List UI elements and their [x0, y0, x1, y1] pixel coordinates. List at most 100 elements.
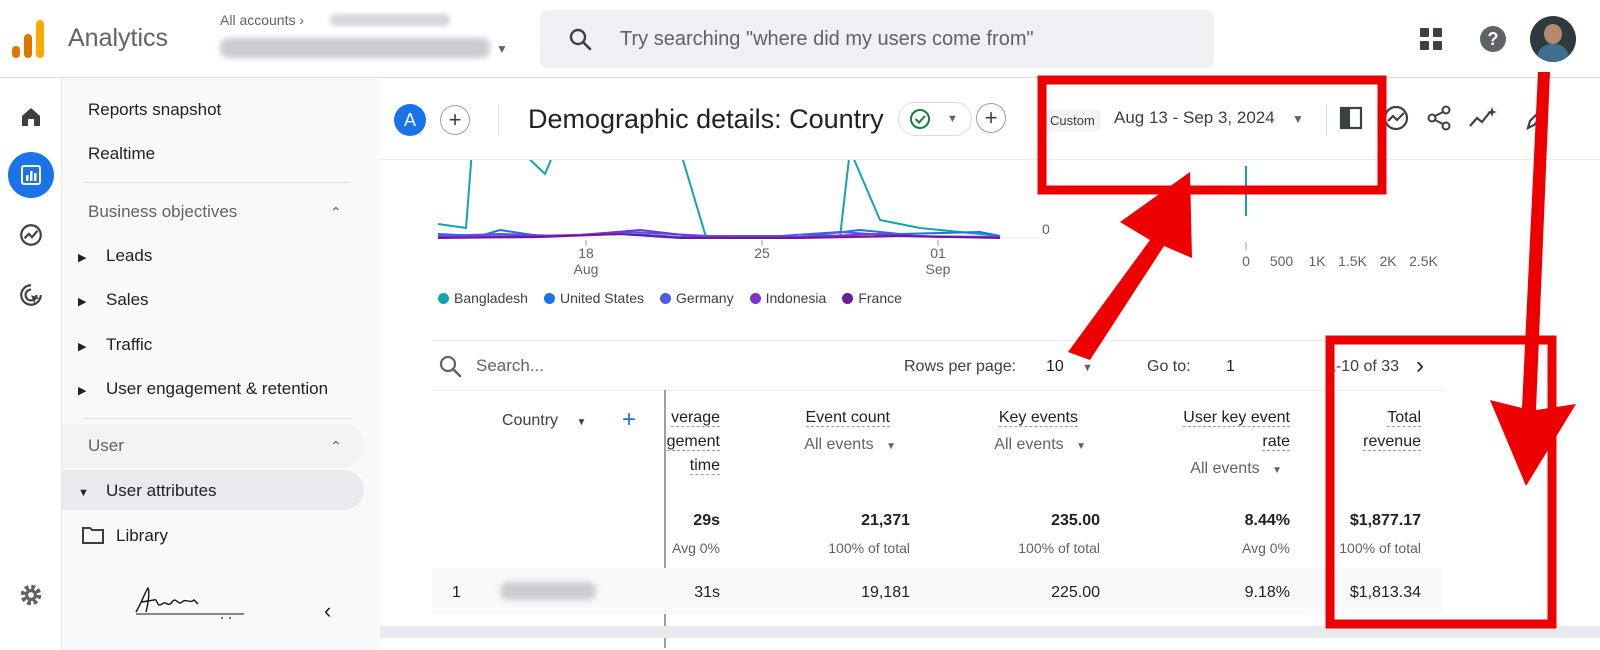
event-count-filter[interactable]: All events ▼: [760, 436, 896, 454]
expand-triangle-icon: ▶: [78, 341, 87, 353]
sidebar-item-realtime[interactable]: Realtime: [88, 144, 155, 164]
total-user-key-event-rate: 8.44%: [1244, 512, 1290, 529]
add-dimension-button[interactable]: +: [622, 406, 636, 434]
bar-axis-tick-label: 0: [1242, 253, 1250, 269]
sidebar-item-sales[interactable]: ▶ Sales: [78, 290, 149, 310]
legend-swatch: [660, 292, 672, 304]
event-count-header[interactable]: Event count: [760, 406, 890, 430]
total-key-events: 235.00: [1051, 512, 1100, 529]
caret-down-icon[interactable]: ▼: [1082, 362, 1093, 374]
table-header-divider: [432, 390, 1442, 391]
sidebar-item-library[interactable]: Library: [82, 526, 168, 546]
collapse-triangle-icon: ▼: [78, 487, 89, 499]
account-name-redacted: [330, 14, 450, 26]
table-search-input[interactable]: [476, 354, 776, 378]
avg-engagement-header[interactable]: verage gement time: [650, 406, 720, 478]
y-axis-zero-label: 0: [1042, 221, 1050, 237]
sidebar-item-leads[interactable]: ▶ Leads: [78, 246, 152, 266]
sidebar-section-user[interactable]: User: [88, 436, 124, 456]
comparison-badge[interactable]: A: [394, 104, 426, 136]
insights-icon[interactable]: [1382, 104, 1410, 132]
goto-page-input[interactable]: 1: [1226, 358, 1235, 376]
header-label: Key events: [998, 409, 1078, 427]
total-revenue-sub: 100% of total: [1339, 540, 1421, 556]
filter-label: All events: [1190, 460, 1260, 477]
country-cell-redacted: [500, 582, 596, 600]
add-comparison-button[interactable]: +: [440, 105, 470, 135]
caret-down-icon[interactable]: ▼: [1292, 112, 1304, 126]
rows-per-page-select[interactable]: 10: [1046, 358, 1064, 376]
date-range-picker[interactable]: Aug 13 - Sep 3, 2024: [1114, 108, 1275, 128]
horizontal-scrollbar[interactable]: [380, 626, 1600, 638]
key-events-header[interactable]: Key events: [940, 406, 1078, 430]
top-app-bar: Analytics All accounts › ▼ ?: [0, 0, 1600, 78]
table-top-divider: [432, 340, 1442, 341]
sidebar-item-user-attributes[interactable]: ▼ User attributes: [78, 481, 217, 501]
chart-series-layer: [437, 160, 1001, 239]
sidebar-item-user-engagement[interactable]: ▶ User engagement & retention: [78, 379, 328, 399]
report-header: A + Demographic details: Country ▼ + Cus…: [380, 78, 1600, 160]
x-tick-day: 01: [930, 245, 946, 261]
row-user-key-event-rate: 9.18%: [1244, 584, 1290, 601]
apps-grid-icon[interactable]: [1420, 28, 1442, 50]
share-icon[interactable]: [1426, 104, 1452, 132]
row-event-count: 19,181: [861, 584, 910, 601]
customize-report-icon[interactable]: [1338, 104, 1364, 132]
home-icon[interactable]: [8, 94, 54, 140]
explore-icon[interactable]: [8, 212, 54, 258]
chevron-up-icon[interactable]: ⌃: [330, 438, 342, 455]
nav-rail: [0, 78, 62, 650]
key-events-filter[interactable]: All events ▼: [940, 436, 1086, 454]
property-selector-redacted[interactable]: [220, 38, 490, 58]
caret-down-icon: ▼: [886, 441, 896, 452]
avatar[interactable]: [1530, 16, 1576, 62]
total-revenue-header[interactable]: Total revenue: [1320, 406, 1421, 454]
next-page-button[interactable]: ›: [1416, 352, 1424, 380]
total-avg-engagement-sub: Avg 0%: [672, 540, 720, 556]
caret-down-icon: ▼: [1272, 465, 1282, 476]
sidebar-item-reports-snapshot[interactable]: Reports snapshot: [88, 100, 221, 120]
x-tick-month: Sep: [926, 261, 951, 277]
total-event-count: 21,371: [861, 512, 910, 529]
sidebar-section-business-objectives[interactable]: Business objectives: [88, 202, 237, 222]
user-key-event-rate-header[interactable]: User key event rate: [1130, 406, 1290, 454]
add-filter-button[interactable]: +: [976, 103, 1006, 133]
search-input[interactable]: [620, 23, 1180, 55]
date-custom-chip[interactable]: Custom: [1044, 110, 1101, 131]
edit-pencil-icon[interactable]: [1524, 104, 1550, 132]
property-selector-caret-icon[interactable]: ▼: [496, 42, 508, 56]
header-separator: [498, 104, 499, 136]
legend-item: United States: [543, 290, 645, 306]
help-icon[interactable]: ?: [1480, 26, 1506, 52]
user-key-event-rate-filter[interactable]: All events ▼: [1120, 460, 1282, 478]
header-line: time: [689, 457, 720, 475]
legend-label: United States: [559, 290, 645, 306]
legend-swatch: [749, 292, 761, 304]
bar-axis-ticks: 0 500 1K 1.5K 2K 2.5K: [1242, 253, 1438, 269]
legend-label: Germany: [676, 290, 734, 306]
pagination-range: 1-10 of 33: [1327, 358, 1400, 375]
sidebar-item-traffic[interactable]: ▶ Traffic: [78, 335, 152, 355]
global-search[interactable]: [540, 10, 1214, 68]
chevron-up-icon[interactable]: ⌃: [330, 204, 342, 221]
x-tick-01: 01 Sep: [926, 240, 951, 277]
bar-axis-tick-label: 500: [1270, 253, 1294, 269]
collapse-sidebar-button[interactable]: ‹: [324, 598, 331, 624]
country-column-header[interactable]: Country ▼: [502, 412, 586, 430]
sparkle-trend-icon[interactable]: [1468, 104, 1498, 132]
reports-icon[interactable]: [8, 152, 54, 198]
app-title: Analytics: [68, 24, 169, 52]
report-status-dropdown[interactable]: ▼: [898, 102, 972, 136]
legend-swatch: [438, 292, 449, 304]
sidebar-item-label: Sales: [106, 290, 149, 309]
settings-icon[interactable]: [8, 572, 54, 618]
sidebar-item-label: User attributes: [106, 481, 217, 500]
header-separator: [1326, 104, 1327, 136]
analytics-logo-icon[interactable]: [12, 18, 46, 58]
total-key-events-sub: 100% of total: [1018, 540, 1100, 556]
bar-axis-tick-label: 2K: [1379, 253, 1397, 269]
sidebar-divider: [84, 182, 350, 183]
advertising-icon[interactable]: [8, 272, 54, 318]
account-breadcrumb-label[interactable]: All accounts ›: [220, 12, 304, 28]
expand-triangle-icon: ▶: [78, 252, 87, 264]
